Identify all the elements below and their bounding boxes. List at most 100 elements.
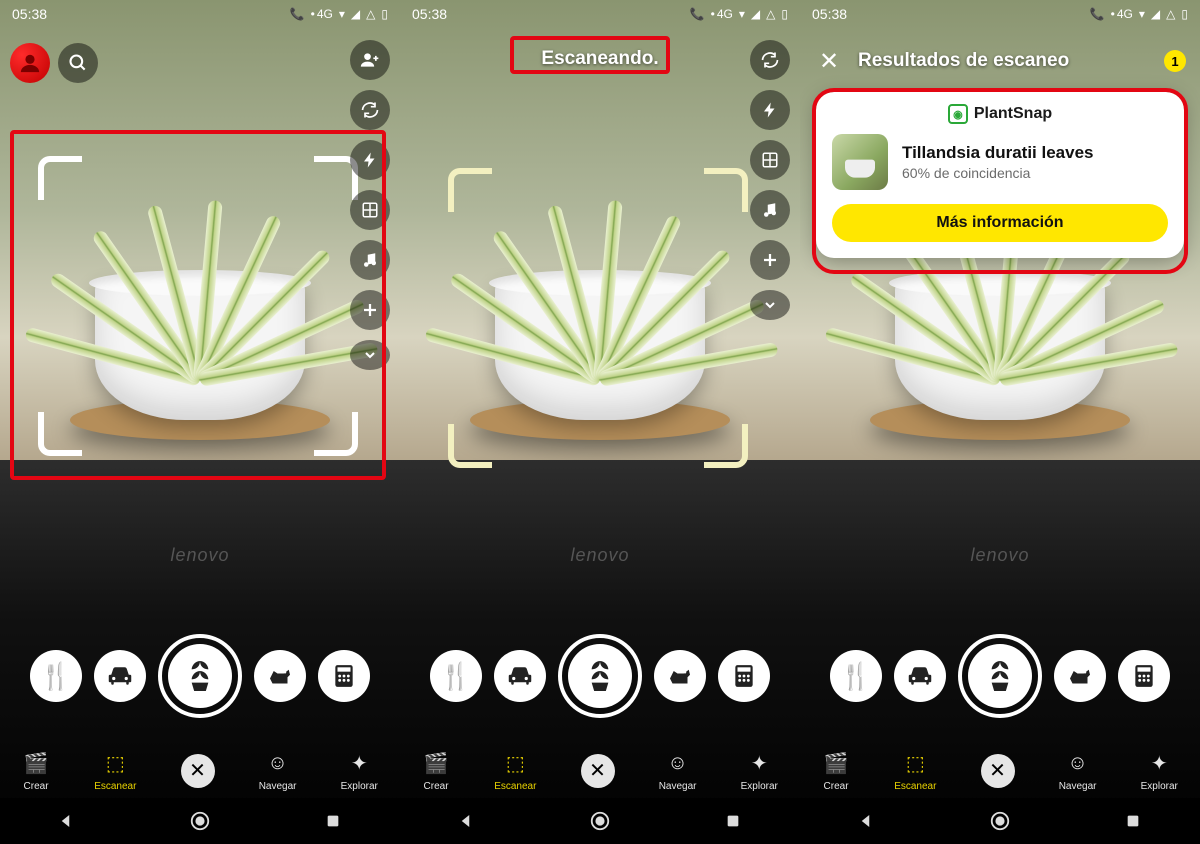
toolbar-label: Escanear (894, 781, 936, 792)
close-icon: ✕ (181, 754, 215, 788)
results-title: Resultados de escaneo (858, 50, 1150, 72)
calculator-category[interactable] (718, 650, 770, 702)
toolbar-escanear[interactable]: ⬚ Escanear (94, 749, 136, 792)
network-label: •4G (1111, 7, 1133, 21)
toolbar-label: Navegar (659, 781, 697, 792)
call-icon: 📞 (290, 7, 305, 21)
highlight-box-scan-area (10, 130, 386, 480)
clapper-icon: 🎬 (822, 749, 850, 777)
nav-back[interactable] (455, 809, 479, 833)
music-icon[interactable] (750, 190, 790, 230)
signal-icon: ◢ (1151, 7, 1160, 21)
battery-icon: ▯ (781, 7, 788, 21)
food-icon: 🍴 (440, 661, 472, 692)
dog-category[interactable] (1054, 650, 1106, 702)
nav-home[interactable] (588, 809, 612, 833)
add-icon[interactable] (750, 240, 790, 280)
dog-category[interactable] (654, 650, 706, 702)
toolbar-explorar[interactable]: ✦Explorar (341, 749, 378, 792)
toolbar-navegar[interactable]: ☺ Navegar (659, 749, 697, 792)
plant-category-active[interactable] (158, 634, 242, 718)
car-category[interactable] (494, 650, 546, 702)
toolbar-crear[interactable]: 🎬Crear (22, 749, 50, 792)
status-time: 05:38 (12, 6, 47, 22)
add-friend-icon[interactable] (350, 40, 390, 80)
nav-recent[interactable] (721, 809, 745, 833)
dog-icon (665, 661, 695, 691)
rotate-camera-icon[interactable] (350, 90, 390, 130)
toolbar-explorar[interactable]: ✦Explorar (1141, 749, 1178, 792)
toolbar-navegar-label: Navegar (259, 781, 297, 792)
screen-3-results: lenovo 05:38 📞 •4G ▾ ◢ △ ▯ ✕ Resultados … (800, 0, 1200, 844)
toolbar-label: Crear (824, 781, 849, 792)
close-icon: ✕ (981, 754, 1015, 788)
android-nav (800, 798, 1200, 844)
status-bar: 05:38 📞 •4G ▾ ◢ △ ▯ (400, 0, 800, 28)
toolbar-escanear[interactable]: ⬚ Escanear (894, 749, 936, 792)
smiley-icon: ☺ (664, 749, 692, 777)
decor-laptop-brand: lenovo (570, 545, 629, 566)
food-category[interactable]: 🍴 (830, 650, 882, 702)
nav-recent[interactable] (321, 809, 345, 833)
calculator-icon (731, 663, 757, 689)
signal-empty-icon: △ (766, 7, 775, 21)
close-icon: ✕ (581, 754, 615, 788)
status-time: 05:38 (812, 6, 847, 22)
calculator-icon (331, 663, 357, 689)
toolbar-crear-label: Crear (24, 781, 49, 792)
toolbar-crear[interactable]: 🎬 Crear (822, 749, 850, 792)
wifi-icon: ▾ (1139, 7, 1145, 21)
signal-icon: ◢ (751, 7, 760, 21)
toolbar-close[interactable]: ✕ (981, 754, 1015, 788)
status-time: 05:38 (412, 6, 447, 22)
calculator-icon (1131, 663, 1157, 689)
bottom-toolbar: 🎬Crear ⬚Escanear ✕ ☺ Navegar ✦Explorar (400, 749, 800, 792)
signal-empty-icon: △ (366, 7, 375, 21)
screen-2-scanning: lenovo 05:38 📞 •4G ▾ ◢ △ ▯ Escaneando. 🍴 (400, 0, 800, 844)
toolbar-explorar[interactable]: ✦Explorar (741, 749, 778, 792)
toolbar-escanear[interactable]: ⬚Escanear (494, 749, 536, 792)
nav-back[interactable] (855, 809, 879, 833)
search-button[interactable] (58, 43, 98, 83)
food-category[interactable]: 🍴 (30, 650, 82, 702)
scan-icon: ⬚ (901, 749, 929, 777)
toolbar-close[interactable]: ✕ (181, 754, 215, 788)
food-icon: 🍴 (840, 661, 872, 692)
decor-laptop-brand: lenovo (970, 545, 1029, 566)
signal-empty-icon: △ (1166, 7, 1175, 21)
calculator-category[interactable] (1118, 650, 1170, 702)
rotate-camera-icon[interactable] (750, 40, 790, 80)
plant-category-active[interactable] (958, 634, 1042, 718)
calculator-category[interactable] (318, 650, 370, 702)
toolbar-escanear-label: Escanear (94, 781, 136, 792)
nav-recent[interactable] (1121, 809, 1145, 833)
scan-categories: 🍴 (400, 634, 800, 718)
car-icon (105, 661, 135, 691)
decor-laptop-brand: lenovo (170, 545, 229, 566)
profile-avatar[interactable] (10, 43, 50, 83)
toolbar-label: Crear (424, 781, 449, 792)
scan-icon: ⬚ (101, 749, 129, 777)
dog-icon (1065, 661, 1095, 691)
close-results-button[interactable]: ✕ (814, 46, 844, 76)
toolbar-navegar[interactable]: ☺Navegar (259, 749, 297, 792)
dog-category[interactable] (254, 650, 306, 702)
nav-home[interactable] (188, 809, 212, 833)
nav-back[interactable] (55, 809, 79, 833)
toolbar-crear[interactable]: 🎬Crear (422, 749, 450, 792)
car-category[interactable] (894, 650, 946, 702)
wifi-icon: ▾ (739, 7, 745, 21)
car-category[interactable] (94, 650, 146, 702)
plant-category-active[interactable] (558, 634, 642, 718)
toolbar-navegar[interactable]: ☺Navegar (1059, 749, 1097, 792)
scan-categories: 🍴 (800, 634, 1200, 718)
status-bar: 05:38 📞 •4G ▾ ◢ △ ▯ (0, 0, 400, 28)
car-icon (505, 661, 535, 691)
food-category[interactable]: 🍴 (430, 650, 482, 702)
chevron-down-icon[interactable] (750, 290, 790, 320)
toolbar-close[interactable]: ✕ (581, 754, 615, 788)
nav-home[interactable] (988, 809, 1012, 833)
grid-icon[interactable] (750, 140, 790, 180)
flash-icon[interactable] (750, 90, 790, 130)
toolbar-explorar-label: Explorar (341, 781, 378, 792)
